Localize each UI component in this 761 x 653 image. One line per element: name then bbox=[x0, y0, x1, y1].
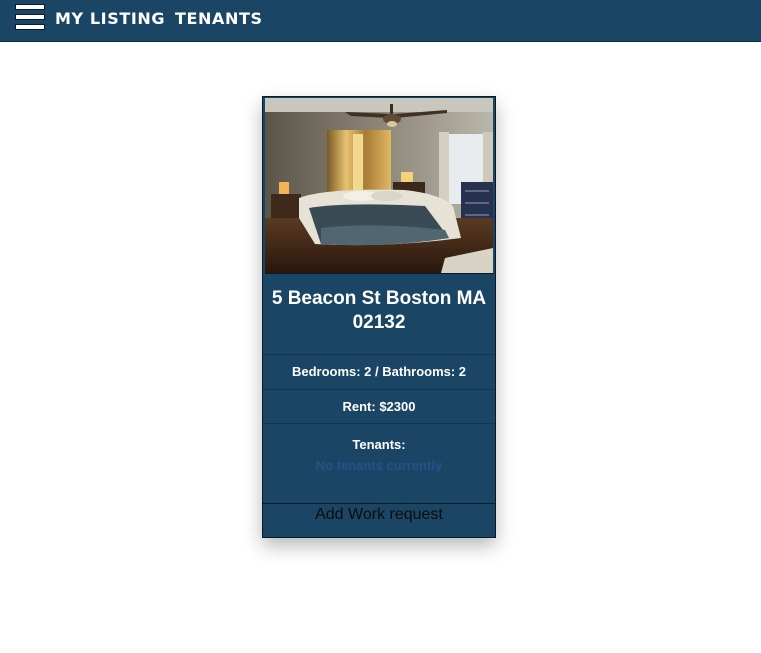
hamburger-menu-icon[interactable] bbox=[15, 4, 45, 32]
bed-bath-count: Bedrooms: 2 / Bathrooms: 2 bbox=[263, 354, 495, 389]
top-navbar: MY LISTING TENANTS bbox=[0, 0, 761, 42]
listing-address: 5 Beacon St Boston MA 02132 bbox=[271, 288, 487, 333]
add-work-request-button[interactable]: Add Work request bbox=[263, 503, 495, 537]
bedroom-image bbox=[265, 98, 493, 273]
rent-amount: Rent: $2300 bbox=[263, 389, 495, 423]
tenants-section: Tenants: No tenants currently bbox=[263, 423, 495, 503]
listing-photo bbox=[265, 98, 493, 274]
no-tenants-message: No tenants currently bbox=[315, 458, 443, 473]
tenants-label: Tenants: bbox=[352, 437, 406, 452]
nav-link-tenants[interactable]: TENANTS bbox=[175, 9, 263, 28]
listing-card: 5 Beacon St Boston MA 02132 Bedrooms: 2 … bbox=[262, 96, 496, 538]
nav-link-my-listing[interactable]: MY LISTING bbox=[55, 9, 165, 28]
